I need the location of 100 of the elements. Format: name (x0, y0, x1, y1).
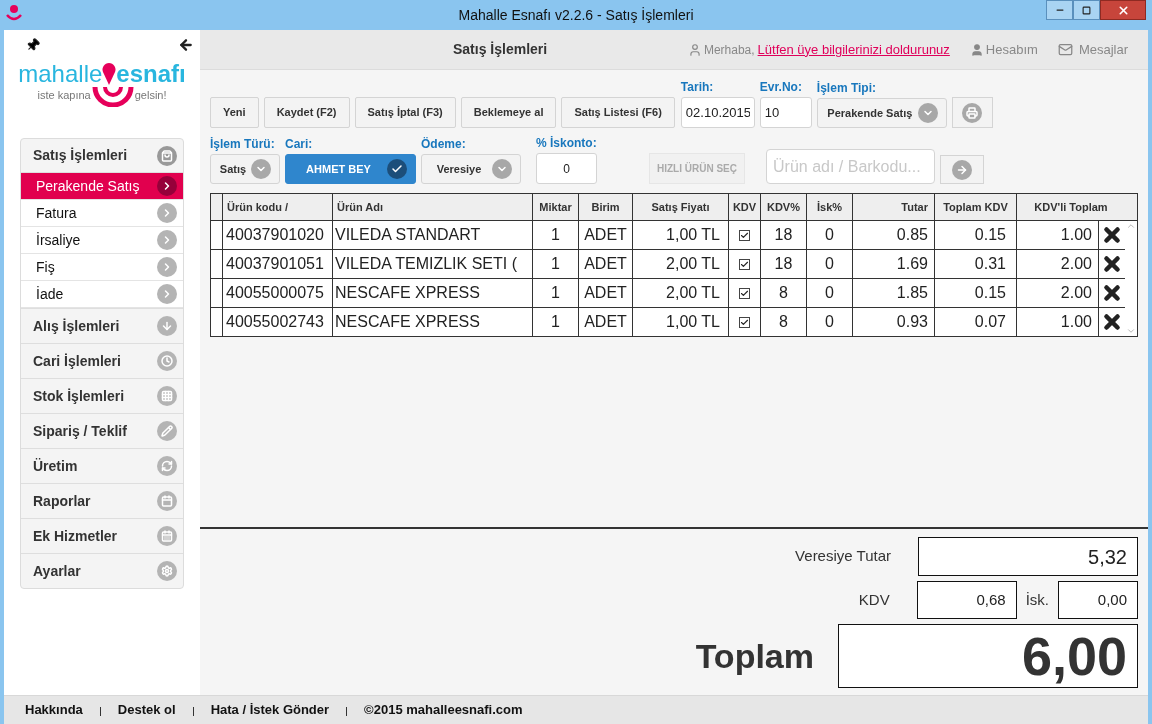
table-cell: 0.93 (853, 308, 935, 336)
table-cell: 0.31 (935, 250, 1017, 278)
logo-tagline: gelsin! (134, 88, 167, 103)
chevron-right-icon (157, 284, 177, 304)
logo-pin-icon (102, 62, 117, 86)
table-cell: 8 (761, 308, 807, 336)
table-cell: 0 (807, 279, 853, 307)
menu-section[interactable]: Stok İşlemleri (21, 379, 183, 413)
column-header[interactable]: Miktar (533, 194, 579, 220)
table-cell: 1 (533, 308, 579, 336)
page-title: Satış İşlemleri (453, 40, 548, 59)
column-header[interactable]: KDV (729, 194, 761, 220)
section-icon (157, 351, 177, 371)
menu-section[interactable]: Üretim (21, 449, 183, 483)
dropdown[interactable]: AHMET BEY (285, 154, 416, 184)
field-label: İşlem Tipi: (816, 81, 877, 95)
column-header[interactable]: KDV'li Toplam (1017, 194, 1125, 220)
table-cell: 18 (761, 221, 807, 249)
minimize-button[interactable] (1046, 0, 1073, 20)
user-icon (969, 42, 984, 57)
window-title: Mahalle Esnafı v2.2.6 - Satış İşlemleri (458, 5, 694, 25)
table-cell: VILEDA STANDART (333, 221, 533, 249)
chevron-right-icon (157, 176, 177, 196)
field-label: Tarih: (680, 80, 715, 94)
toolbar-button[interactable]: Satış Listesi (F6) (561, 97, 675, 128)
logo-arc-icon (90, 85, 135, 107)
column-header[interactable]: KDV% (761, 194, 807, 220)
grand-total-label: Toplam (695, 635, 814, 677)
discount-field[interactable]: 0 (536, 153, 597, 184)
menu-section[interactable]: Cari İşlemleri (21, 344, 183, 378)
dropdown[interactable]: Satış (210, 154, 280, 184)
menu-item[interactable]: Perakende Satış (21, 173, 183, 200)
field-label: Ödeme: (421, 137, 467, 151)
menu-section[interactable]: Raporlar (21, 484, 183, 518)
greeting-text: Merhaba, (703, 41, 755, 59)
menu-section[interactable]: Sipariş / Teklif (21, 414, 183, 448)
delete-icon[interactable] (1101, 311, 1123, 333)
table-cell: 1.85 (853, 279, 935, 307)
table-cell: 2.00 (1017, 250, 1099, 278)
menu-item[interactable]: İade (21, 281, 183, 308)
table-cell: ADET (579, 279, 633, 307)
menu-section[interactable]: Ek Hizmetler (21, 519, 183, 553)
section-icon (157, 386, 177, 406)
table-cell: 0.15 (935, 279, 1017, 307)
section-icon (157, 526, 177, 546)
table-cell: 1,00 TL (633, 221, 729, 249)
section-icon (157, 316, 177, 336)
toolbar-button[interactable]: Kaydet (F2) (263, 97, 350, 128)
dropdown[interactable]: Veresiye (421, 154, 521, 184)
chevron-right-icon (157, 203, 177, 223)
vat-checkbox[interactable] (739, 316, 750, 328)
table-cell: 40037901051 (223, 250, 333, 278)
vat-checkbox[interactable] (739, 258, 750, 270)
table-cell: 0 (807, 221, 853, 249)
toolbar-button[interactable]: Beklemeye al (460, 97, 557, 128)
menu-item[interactable]: İrsaliye (21, 227, 183, 254)
table-cell: 1 (533, 250, 579, 278)
menu-section[interactable]: Alış İşlemleri (21, 309, 183, 343)
table-cell: 2,00 TL (633, 250, 729, 278)
section-icon (157, 145, 177, 166)
credit-total-label: Veresiye Tutar (795, 546, 891, 567)
table-cell: 2,00 TL (633, 279, 729, 307)
column-header[interactable]: Ürün Adı (333, 194, 533, 220)
check-icon (387, 159, 407, 179)
vat-checkbox[interactable] (739, 287, 750, 299)
column-header[interactable]: İsk% (807, 194, 853, 220)
delete-icon[interactable] (1101, 282, 1123, 304)
date-field[interactable]: 02.10.2015 (680, 97, 755, 128)
table-cell: 40055000075 (223, 279, 333, 307)
chevron-right-icon (157, 257, 177, 277)
table-cell: ADET (579, 308, 633, 336)
dropdown[interactable]: Perakende Satış (816, 98, 947, 128)
column-header[interactable]: Tutar (853, 194, 935, 220)
column-header[interactable]: Toplam KDV (935, 194, 1017, 220)
close-icon (1116, 3, 1130, 17)
table-cell: 40055002743 (223, 308, 333, 336)
column-header[interactable]: Ürün kodu / (223, 194, 333, 220)
footer-link[interactable]: Hakkında (25, 700, 83, 720)
delete-icon[interactable] (1101, 253, 1123, 275)
grand-total-field: 6,00 (838, 624, 1138, 688)
menu-item[interactable]: Fiş (21, 254, 183, 281)
table-cell: NESCAFE XPRESS (333, 279, 533, 307)
section-icon (157, 491, 177, 511)
profile-link[interactable]: Lütfen üye bilgilerinizi doldurunuz (757, 39, 950, 60)
column-header[interactable]: Birim (579, 194, 633, 220)
column-header[interactable]: Satış Fiyatı (633, 194, 729, 220)
maximize-button[interactable] (1073, 0, 1100, 20)
close-button[interactable] (1100, 0, 1146, 20)
menu-section[interactable]: Ayarlar (21, 554, 183, 588)
menu-item[interactable]: Fatura (21, 200, 183, 227)
table-cell: 1.00 (1017, 221, 1099, 249)
document-number-field[interactable]: 10 (759, 97, 812, 128)
vat-checkbox[interactable] (739, 229, 750, 241)
toolbar-button[interactable]: Yeni (210, 97, 259, 128)
delete-icon[interactable] (1101, 224, 1123, 246)
copyright-text: ©2015 mahalleesnafi.com (364, 701, 523, 720)
footer-link[interactable]: Destek ol (117, 700, 176, 720)
toolbar-button[interactable]: Satış İptal (F3) (354, 97, 456, 128)
field-label: % İskonto: (536, 136, 597, 150)
footer-link[interactable]: Hata / İstek Gönder (210, 700, 330, 720)
